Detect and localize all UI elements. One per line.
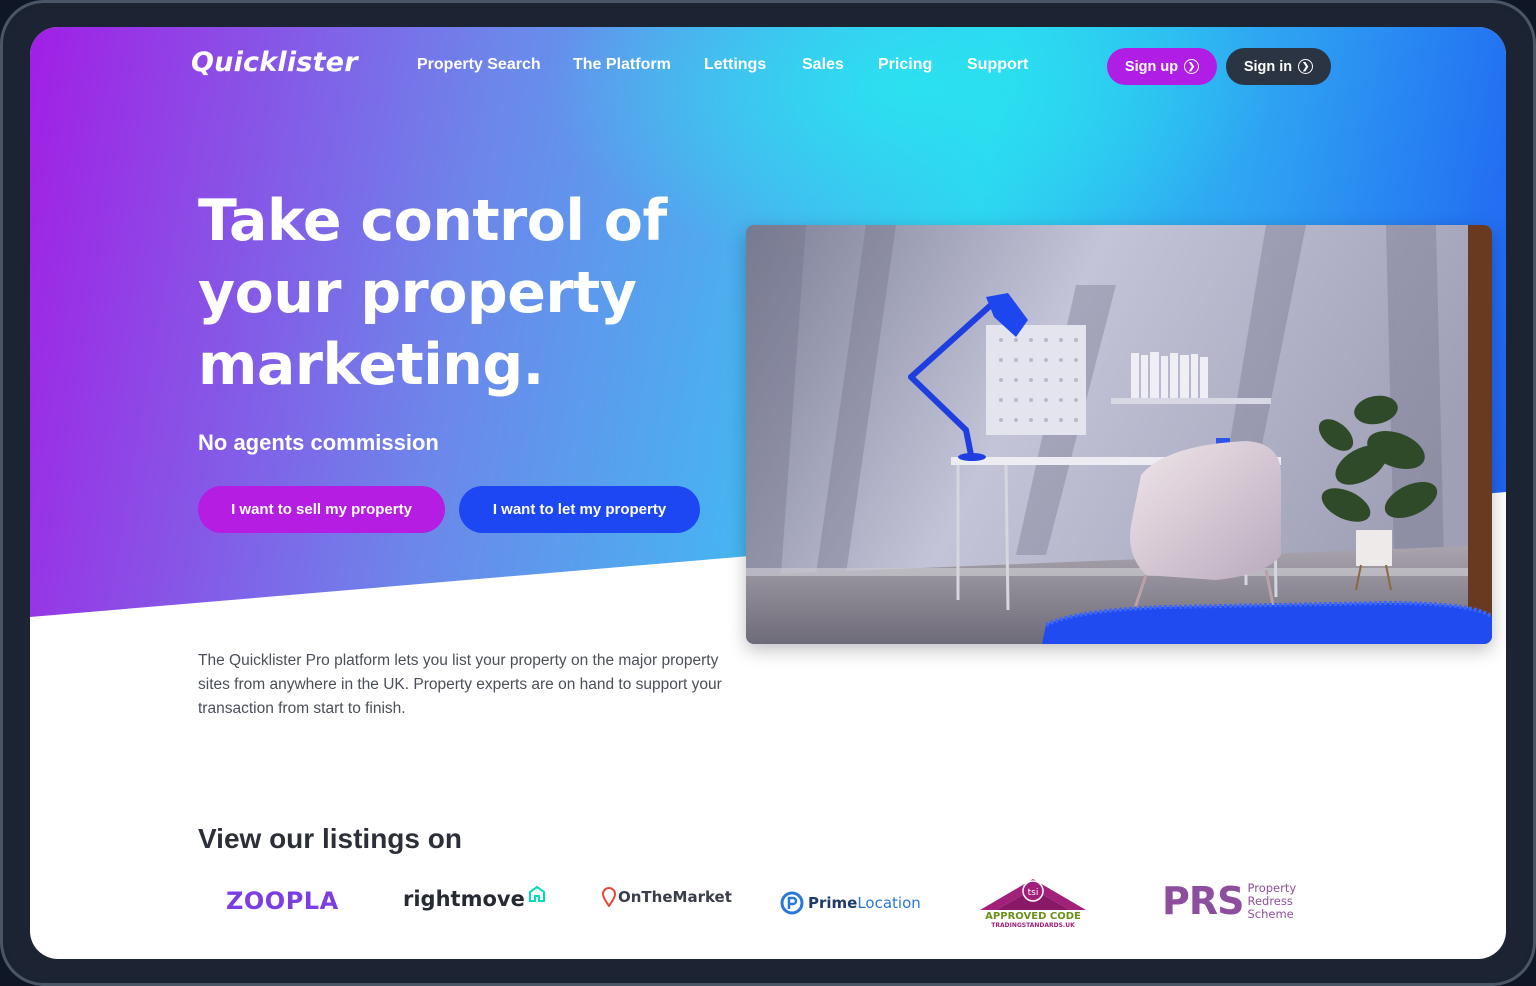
device-frame: Quicklister Property Search The Platform… — [0, 0, 1536, 986]
headline-line-3: marketing. — [198, 332, 544, 398]
tsi-roof-icon: tsi — [980, 879, 1086, 910]
prs-line-3: Scheme — [1247, 906, 1294, 921]
zoopla-wordmark: ZOOPLA — [226, 887, 339, 915]
headline-line-2: your property — [198, 260, 637, 326]
nav-the-platform[interactable]: The Platform — [573, 56, 671, 74]
listings-title: View our listings on — [198, 823, 462, 854]
nav-sales[interactable]: Sales — [802, 56, 844, 74]
rightmove-wordmark: rightmove — [403, 887, 525, 911]
onthemarket-wordmark: OnTheMarket — [618, 888, 732, 906]
tsi-url-text: TRADINGSTANDARDS.UK — [991, 922, 1075, 929]
sign-in-label: Sign in — [1243, 58, 1293, 75]
zoopla-logo[interactable]: ZOOPLA — [226, 887, 339, 915]
let-property-button[interactable]: I want to let my property — [459, 486, 700, 533]
primelocation-p-icon — [780, 891, 804, 915]
tsi-approved-code-text: APPROVED CODE — [985, 911, 1081, 922]
listing-partners: ZOOPLA rightmove OnTheMarket Prime Locat… — [30, 877, 1506, 937]
prs-wordmark: PRS — [1162, 879, 1244, 923]
prs-line-1: Property — [1247, 880, 1297, 895]
hero-subhead: No agents commission — [198, 430, 439, 455]
nav-support[interactable]: Support — [967, 56, 1028, 74]
prime-wordmark: Prime — [808, 894, 858, 912]
headline-line-1: Take control of — [198, 188, 667, 254]
sign-up-button[interactable]: Sign up ❯ — [1107, 48, 1217, 85]
prs-full-name: Property Redress Scheme — [1247, 880, 1297, 921]
sell-property-button[interactable]: I want to sell my property — [198, 486, 445, 533]
platform-intro-text: The Quicklister Pro platform lets you li… — [198, 652, 722, 717]
arrow-right-circle-icon: ❯ — [1184, 59, 1200, 74]
onthemarket-logo[interactable]: OnTheMarket — [602, 887, 732, 907]
nav-pricing[interactable]: Pricing — [878, 56, 932, 74]
browser-viewport: Quicklister Property Search The Platform… — [30, 27, 1506, 959]
sign-up-label: Sign up — [1124, 58, 1179, 75]
house-icon — [528, 885, 545, 902]
tsi-approved-code-logo[interactable]: tsi APPROVED CODE TRADINGSTANDARDS.UK — [980, 877, 1086, 930]
sign-in-button[interactable]: Sign in ❯ — [1226, 48, 1331, 85]
location-pin-icon — [602, 887, 616, 907]
arrow-right-circle-icon: ❯ — [1298, 59, 1314, 74]
primelocation-logo[interactable]: Prime Location — [780, 891, 921, 915]
nav-lettings[interactable]: Lettings — [704, 56, 766, 74]
nav-property-search[interactable]: Property Search — [417, 56, 541, 74]
hero-room-image — [746, 225, 1492, 644]
prs-line-2: Redress — [1247, 893, 1293, 908]
tsi-badge-text: tsi — [1028, 888, 1039, 898]
quicklister-logo[interactable]: Quicklister — [191, 47, 358, 78]
location-wordmark: Location — [857, 894, 921, 912]
hero-headline: Take control of your property marketing. — [198, 185, 718, 401]
prs-logo[interactable]: PRS Property Redress Scheme — [1162, 881, 1296, 921]
rightmove-logo[interactable]: rightmove — [403, 885, 546, 911]
